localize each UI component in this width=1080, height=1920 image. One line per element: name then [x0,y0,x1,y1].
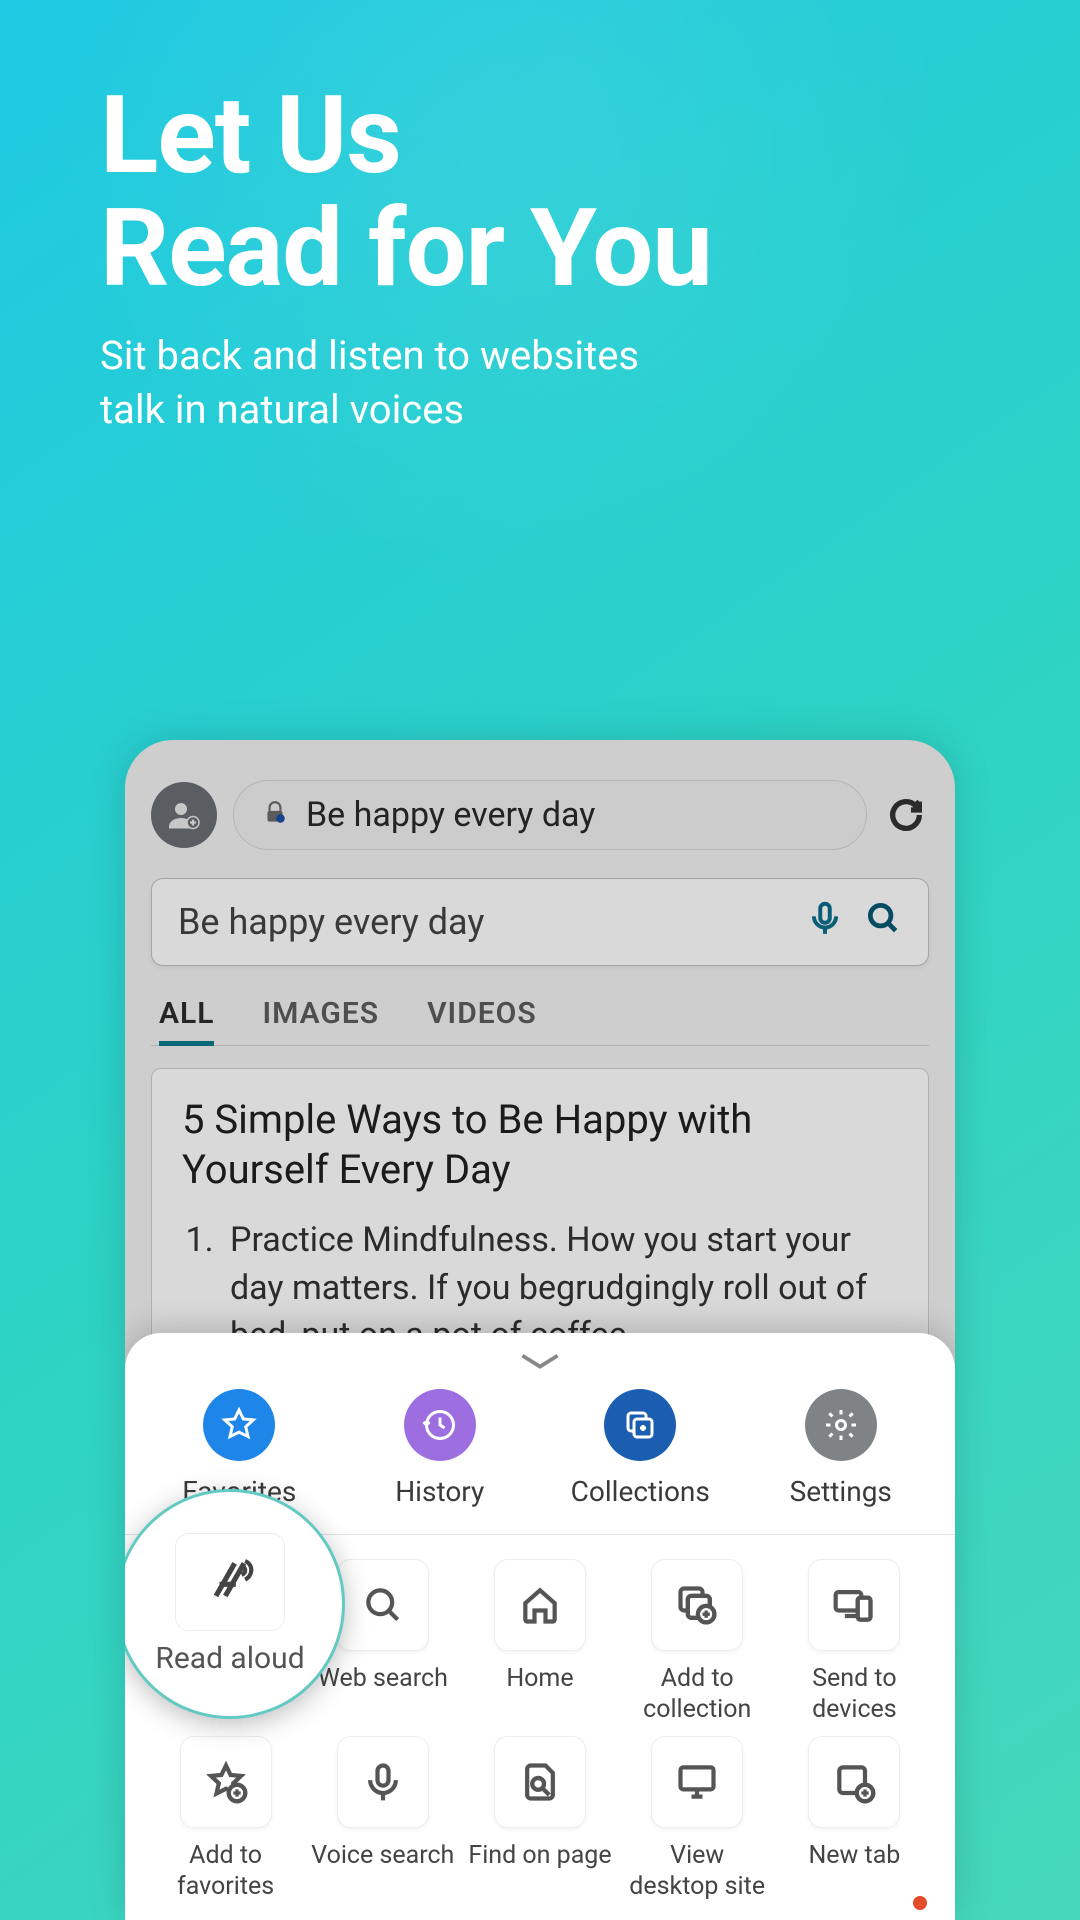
home-icon [518,1583,562,1627]
desktop-icon [675,1760,719,1804]
hero-subtitle: Sit back and listen to websites talk in … [100,329,980,437]
chevron-down-icon [518,1349,562,1371]
mic-icon [361,1760,405,1804]
menu-history[interactable]: History [355,1389,525,1508]
star-add-icon [204,1760,248,1804]
new-tab-label: New tab [808,1840,900,1902]
menu-voice-search[interactable]: Voice search [308,1736,457,1903]
add-favorites-label: Add to favorites [151,1840,300,1903]
menu-settings-label: Settings [790,1475,892,1508]
menu-history-label: History [395,1475,484,1508]
menu-read-aloud[interactable]: Read aloud [125,1489,345,1719]
menu-new-tab[interactable]: New tab [780,1736,929,1903]
notification-dot [913,1896,927,1910]
read-aloud-label: Read aloud [155,1641,304,1676]
new-tab-icon [832,1760,876,1804]
overflow-menu-sheet: Favorites History Collections Settings R… [125,1333,955,1920]
collections-icon [604,1389,676,1461]
add-collection-icon [675,1583,719,1627]
web-search-label: Web search [318,1663,448,1725]
menu-settings[interactable]: Settings [756,1389,926,1508]
send-devices-label: Send to devices [780,1663,929,1726]
menu-collections-label: Collections [571,1475,710,1508]
hero-title-line1: Let Us [100,73,401,199]
find-page-icon [518,1760,562,1804]
hero-title-line2: Read for You [100,186,712,312]
hero-sub-line2: talk in natural voices [100,386,464,433]
menu-add-to-collection[interactable]: Add to collection [623,1559,772,1726]
desktop-site-label: View desktop site [623,1840,772,1903]
devices-icon [832,1583,876,1627]
phone-frame: Be happy every day Be happy every day AL… [125,740,955,1920]
search-icon [361,1583,405,1627]
voice-search-label: Voice search [311,1840,454,1902]
menu-add-to-favorites[interactable]: Add to favorites [151,1736,300,1903]
star-icon [203,1389,275,1461]
history-icon [404,1389,476,1461]
add-collection-label: Add to collection [623,1663,772,1726]
sheet-handle[interactable] [125,1345,955,1381]
menu-view-desktop-site[interactable]: View desktop site [623,1736,772,1903]
gear-icon [805,1389,877,1461]
menu-home[interactable]: Home [465,1559,614,1726]
read-aloud-icon [175,1533,285,1631]
hero-title: Let Us Read for You [100,80,980,307]
menu-send-to-devices[interactable]: Send to devices [780,1559,929,1726]
find-page-label: Find on page [468,1840,611,1902]
home-label: Home [506,1663,573,1725]
hero-sub-line1: Sit back and listen to websites [100,332,639,379]
menu-find-on-page[interactable]: Find on page [465,1736,614,1903]
menu-collections[interactable]: Collections [555,1389,725,1508]
